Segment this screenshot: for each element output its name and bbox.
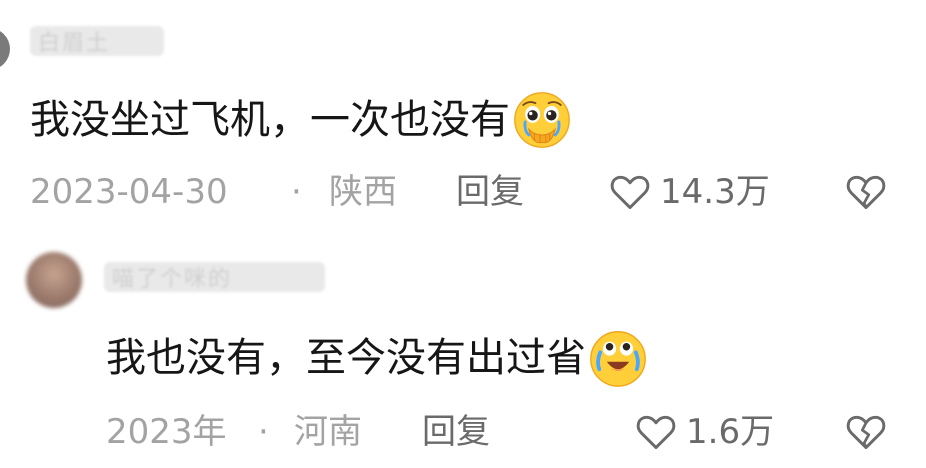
meta-separator: · xyxy=(291,172,302,212)
username[interactable]: 白眉土 xyxy=(30,26,164,56)
like-count: 1.6万 xyxy=(686,412,775,452)
avatar[interactable] xyxy=(0,28,10,70)
comment-text: 我也没有，至今没有出过省 xyxy=(106,328,648,388)
like-count: 14.3万 xyxy=(660,172,770,212)
crying-laughing-face-icon xyxy=(590,331,646,387)
crying-pleading-face-icon xyxy=(514,92,570,148)
broken-heart-icon xyxy=(846,175,886,210)
reply-button[interactable]: 回复 xyxy=(456,172,524,212)
comment-text: 我没坐过飞机，一次也没有 xyxy=(30,90,572,150)
comment-location: 陕西 xyxy=(329,172,397,212)
username[interactable]: 喵了个咪的 xyxy=(104,262,325,292)
like-button[interactable] xyxy=(608,170,652,214)
dislike-button[interactable] xyxy=(844,170,888,214)
heart-icon xyxy=(636,415,676,450)
meta-separator: · xyxy=(258,412,269,452)
comment-date: 2023年 xyxy=(106,412,227,452)
dislike-button[interactable] xyxy=(844,410,888,454)
avatar[interactable] xyxy=(26,252,82,308)
broken-heart-icon xyxy=(846,415,886,450)
comment-date: 2023-04-30 xyxy=(30,172,228,212)
comment-location: 河南 xyxy=(294,412,362,452)
heart-icon xyxy=(610,175,650,210)
like-button[interactable] xyxy=(634,410,678,454)
reply-button[interactable]: 回复 xyxy=(422,412,490,452)
